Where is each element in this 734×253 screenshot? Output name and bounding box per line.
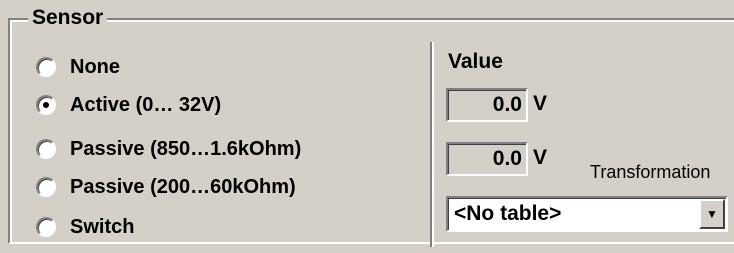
radio-label: Passive (200…60kOhm) xyxy=(70,175,296,198)
unit-label-1: V xyxy=(533,92,548,115)
radio-label: None xyxy=(70,55,120,78)
selected-table: <No table> xyxy=(454,202,562,225)
radio-button-icon[interactable] xyxy=(36,57,56,77)
radio-button-icon[interactable] xyxy=(36,177,56,197)
radio-button-checked-icon[interactable] xyxy=(36,95,56,115)
radio-passive-200[interactable]: Passive (200…60kOhm) xyxy=(36,172,296,202)
unit-label-2: V xyxy=(533,146,548,169)
radio-active[interactable]: Active (0… 32V) xyxy=(36,90,221,120)
value-label: Value xyxy=(448,50,503,73)
group-title: Sensor xyxy=(28,6,108,30)
radio-label: Active (0… 32V) xyxy=(70,93,222,116)
chevron-down-icon[interactable]: ▼ xyxy=(699,199,725,229)
value-display-1: 0.0 xyxy=(446,88,528,122)
transformation-label: Transformation xyxy=(590,162,711,182)
radio-label: Passive (850…1.6kOhm) xyxy=(70,137,302,160)
radio-switch[interactable]: Switch xyxy=(36,212,134,242)
radio-button-icon[interactable] xyxy=(36,217,56,237)
value-display-2: 0.0 xyxy=(446,142,528,176)
radio-label: Switch xyxy=(70,215,135,238)
transformation-table-select[interactable]: <No table> ▼ xyxy=(446,196,728,232)
radio-button-icon[interactable] xyxy=(36,139,56,159)
radio-passive-850[interactable]: Passive (850…1.6kOhm) xyxy=(36,134,301,164)
radio-none[interactable]: None xyxy=(36,52,120,82)
vertical-separator xyxy=(430,42,434,247)
